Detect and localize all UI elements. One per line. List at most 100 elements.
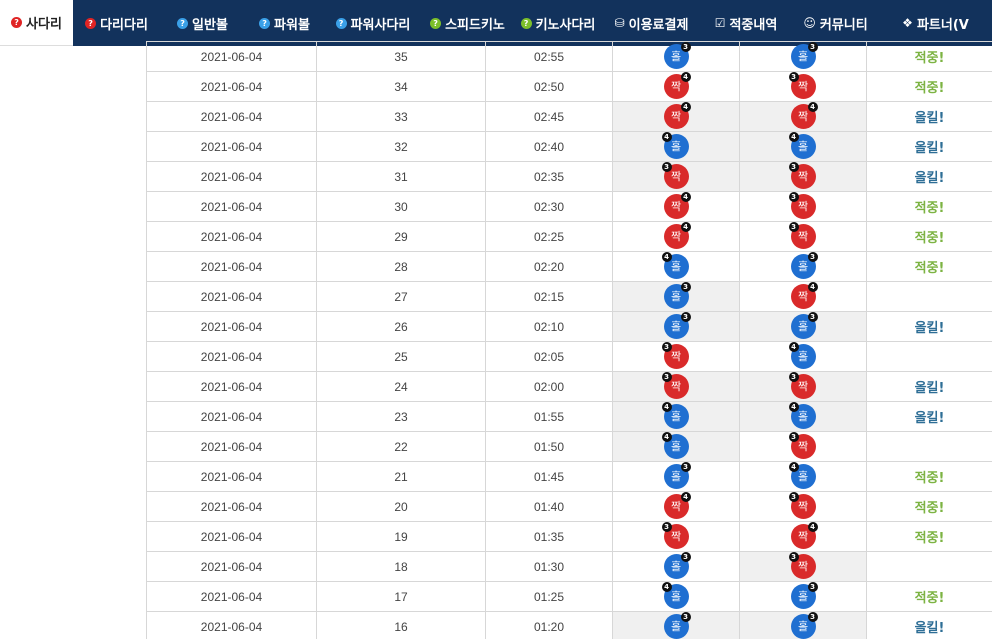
question-icon: ? xyxy=(11,17,23,28)
odd-ball-icon: 홀4 xyxy=(661,402,689,429)
round-cell: 24 xyxy=(316,371,486,402)
tab-7[interactable]: ⛁ 이용료결제 xyxy=(603,0,700,46)
ball-label: 짝 xyxy=(797,290,809,303)
table-row: 2021-06-04 24 02:00 짝 3 짝 3 올킬! xyxy=(146,371,992,402)
odd-ball-icon: 홀3 xyxy=(790,312,818,339)
pick1-cell: 짝4 xyxy=(612,491,740,522)
pick1-cell: 짝3 xyxy=(612,161,740,192)
ball-label: 홀 xyxy=(797,620,809,633)
ball-label: 홀 xyxy=(797,350,809,363)
result-cell: 올킬! xyxy=(866,401,992,432)
line-count-badge: 4 xyxy=(807,282,818,292)
odd-ball-icon: 홀3 xyxy=(663,312,691,339)
pick2-cell: 짝3 xyxy=(739,161,867,192)
pick1-cell: 짝4 xyxy=(612,71,740,102)
ball-label: 홀 xyxy=(670,140,682,153)
table-row: 2021-06-04 29 02:25 짝 4 짝 3 적중! xyxy=(146,221,992,252)
ball-label: 짝 xyxy=(797,560,809,573)
time-cell: 01:55 xyxy=(485,401,613,432)
pick2-cell: 홀4 xyxy=(739,461,867,492)
tab-1[interactable]: ? 다리다리 xyxy=(73,0,160,46)
odd-ball-icon: 홀3 xyxy=(790,42,818,69)
date-cell: 2021-06-04 xyxy=(146,161,317,192)
pick1-cell: 홀4 xyxy=(612,401,740,432)
result-cell: 올킬! xyxy=(866,371,992,402)
odd-ball-icon: 홀3 xyxy=(663,552,691,579)
time-cell: 02:00 xyxy=(485,371,613,402)
round-cell: 22 xyxy=(316,431,486,462)
tab-4[interactable]: ? 파워사다리 xyxy=(324,0,422,46)
pick2-cell: 홀3 xyxy=(739,611,867,639)
tab-10[interactable]: ❖ 파트너(V xyxy=(879,0,992,46)
odd-ball-icon: 홀3 xyxy=(790,612,818,639)
ball-label: 짝 xyxy=(797,440,809,453)
pick2-cell: 짝4 xyxy=(739,521,867,552)
result-cell xyxy=(866,551,992,582)
result-cell: 적중! xyxy=(866,221,992,252)
pick2-cell: 짝4 xyxy=(739,281,867,312)
time-cell: 02:50 xyxy=(485,71,613,102)
line-count-badge: 4 xyxy=(807,102,818,112)
pick1-cell: 홀3 xyxy=(612,311,740,342)
odd-ball-icon: 홀4 xyxy=(661,132,689,159)
ball-label: 짝 xyxy=(797,200,809,213)
time-cell: 02:35 xyxy=(485,161,613,192)
time-cell: 02:40 xyxy=(485,131,613,162)
result-cell: 올킬! xyxy=(866,131,992,162)
ball-label: 홀 xyxy=(797,320,809,333)
pick1-cell: 홀4 xyxy=(612,251,740,282)
tab-6[interactable]: ? 키노사다리 xyxy=(513,0,603,46)
line-count-badge: 3 xyxy=(788,192,799,202)
ball-label: 홀 xyxy=(797,470,809,483)
result-cell: 적중! xyxy=(866,491,992,522)
tab-label: 파트너(V xyxy=(916,17,969,33)
result-cell: 적중! xyxy=(866,521,992,552)
line-count-badge: 3 xyxy=(788,492,799,502)
results-table: 2021-06-04 35 02:55 홀 3 홀 3 적중! 2021-06-04 34 02:5… xyxy=(146,41,992,639)
line-count-badge: 3 xyxy=(807,252,818,262)
tab-label: 커뮤니티 xyxy=(819,17,868,33)
ball-label: 짝 xyxy=(670,500,682,513)
pick2-cell: 짝3 xyxy=(739,431,867,462)
line-count-badge: 3 xyxy=(788,162,799,172)
line-count-badge: 4 xyxy=(807,522,818,532)
pick1-cell: 짝3 xyxy=(612,521,740,552)
smile-icon: ☺ xyxy=(803,16,816,30)
table-row: 2021-06-04 31 02:35 짝 3 짝 3 올킬! xyxy=(146,161,992,192)
odd-ball-icon: 홀4 xyxy=(661,432,689,459)
line-count-badge: 3 xyxy=(807,42,818,52)
pick1-cell: 짝4 xyxy=(612,101,740,132)
table-row: 2021-06-04 35 02:55 홀 3 홀 3 적중! xyxy=(146,41,992,72)
round-cell: 20 xyxy=(316,491,486,522)
result-cell: 올킬! xyxy=(866,611,992,639)
round-cell: 27 xyxy=(316,281,486,312)
top-navigation: ? 사다리? 다리다리? 일반볼? 파워볼? 파워사다리? 스피드키노? 키노사다리 ⛁ 이용료결… xyxy=(0,0,992,46)
pick2-cell: 짝3 xyxy=(739,491,867,522)
date-cell: 2021-06-04 xyxy=(146,341,317,372)
tab-2[interactable]: ? 일반볼 xyxy=(160,0,245,46)
ball-label: 홀 xyxy=(797,140,809,153)
time-cell: 01:25 xyxy=(485,581,613,612)
round-cell: 31 xyxy=(316,161,486,192)
round-cell: 26 xyxy=(316,311,486,342)
ball-label: 짝 xyxy=(670,80,682,93)
date-cell: 2021-06-04 xyxy=(146,401,317,432)
tab-9[interactable]: ☺ 커뮤니티 xyxy=(792,0,879,46)
tab-5[interactable]: ? 스피드키노 xyxy=(422,0,513,46)
table-row: 2021-06-04 30 02:30 짝 4 짝 3 적중! xyxy=(146,191,992,222)
even-ball-icon: 짝3 xyxy=(661,162,689,189)
time-cell: 01:40 xyxy=(485,491,613,522)
tab-0[interactable]: ? 사다리 xyxy=(0,0,73,46)
date-cell: 2021-06-04 xyxy=(146,41,317,72)
tab-3[interactable]: ? 파워볼 xyxy=(245,0,324,46)
even-ball-icon: 짝3 xyxy=(788,162,816,189)
result-cell: 적중! xyxy=(866,71,992,102)
tab-label: 이용료결제 xyxy=(628,17,689,33)
time-cell: 01:30 xyxy=(485,551,613,582)
even-ball-icon: 짝4 xyxy=(663,492,691,519)
cubes-icon: ❖ xyxy=(902,16,913,30)
ball-label: 짝 xyxy=(797,110,809,123)
line-count-badge: 4 xyxy=(788,402,799,412)
tab-8[interactable]: ☑ 적중내역 xyxy=(700,0,792,46)
odd-ball-icon: 홀3 xyxy=(790,582,818,609)
